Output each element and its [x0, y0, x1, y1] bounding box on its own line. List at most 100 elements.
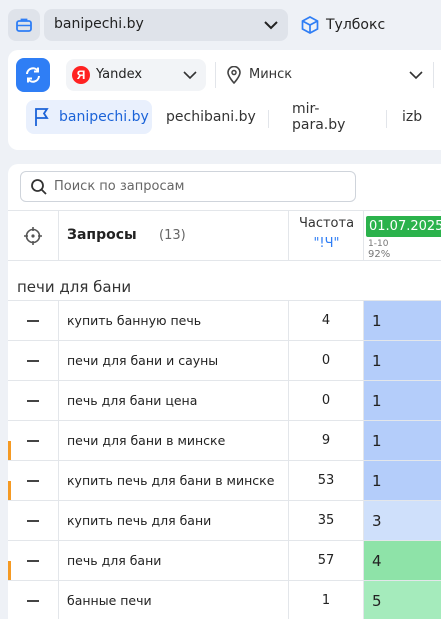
briefcase-icon — [16, 18, 32, 32]
dash-icon — [27, 359, 39, 362]
divider — [386, 110, 387, 128]
project-select[interactable]: banipechi.by — [44, 9, 288, 41]
region-value: Минск — [249, 67, 293, 82]
frequency-value: 0 — [289, 381, 364, 420]
site-tab-label: mir-para.by — [292, 101, 346, 133]
search-input[interactable]: Поиск по запросам — [20, 171, 356, 202]
position-cell[interactable]: 1 — [364, 461, 441, 500]
row-target-toggle[interactable] — [8, 541, 59, 580]
table-row[interactable]: печи для бани в минске 9 1 — [8, 421, 441, 461]
frequency-value: 4 — [289, 301, 364, 340]
dash-icon — [27, 439, 39, 442]
query-text: печь для бани — [59, 541, 289, 580]
dash-icon — [27, 559, 39, 562]
row-target-toggle[interactable] — [8, 461, 59, 500]
search-placeholder: Поиск по запросам — [54, 179, 185, 194]
frequency-value: 1 — [289, 581, 364, 619]
query-text: банные печи — [59, 581, 289, 619]
query-text: печь для бани цена — [59, 381, 289, 420]
crosshair-icon — [24, 227, 42, 245]
queries-count: (13) — [159, 228, 186, 243]
top-bar: banipechi.by Тулбокс — [0, 0, 441, 50]
frequency-column-header[interactable]: Частота "!Ч" — [289, 211, 364, 261]
site-tab-izb[interactable]: izb — [402, 100, 422, 134]
site-tab-banipechi[interactable]: banipechi.by — [26, 100, 152, 134]
frequency-value: 0 — [289, 341, 364, 380]
position-cell[interactable]: 1 — [364, 381, 441, 420]
queries-column-header[interactable]: Запросы (13) — [59, 211, 289, 261]
filter-panel: Я Yandex Минск banipechi.by pechibani.by… — [8, 50, 441, 150]
yandex-logo-icon: Я — [72, 66, 90, 84]
divider — [433, 62, 434, 88]
search-engine-select[interactable]: Я Yandex — [66, 59, 206, 91]
query-text: печи для бани и сауны — [59, 341, 289, 380]
position-cell[interactable]: 3 — [364, 501, 441, 540]
query-group-row[interactable]: печи для бани — [8, 261, 441, 301]
position-cell[interactable]: 5 — [364, 581, 441, 619]
table-row[interactable]: купить банную печь 4 1 — [8, 301, 441, 341]
query-text: печи для бани в минске — [59, 421, 289, 460]
frequency-value: 35 — [289, 501, 364, 540]
site-tab-mir-para[interactable]: mir-para.by — [292, 100, 345, 134]
dash-icon — [27, 399, 39, 402]
table-row[interactable]: банные печи 1 5 — [8, 581, 441, 619]
refresh-button[interactable] — [16, 58, 50, 92]
site-tab-label: izb — [402, 109, 423, 125]
position-cell[interactable]: 4 — [364, 541, 441, 580]
row-target-toggle[interactable] — [8, 501, 59, 540]
position-cell[interactable]: 1 — [364, 301, 441, 340]
dash-icon — [27, 599, 39, 602]
frequency-header-title: Частота — [298, 216, 355, 231]
dash-icon — [27, 319, 39, 322]
toolbox-label: Тулбокс — [326, 17, 386, 33]
table-row[interactable]: печь для бани 57 4 — [8, 541, 441, 581]
target-column-header[interactable] — [8, 211, 59, 261]
refresh-icon — [26, 67, 40, 83]
table-row[interactable]: купить печь для бани в минске 53 1 — [8, 461, 441, 501]
table-header: Запросы (13) Частота "!Ч" 01.07.2025 1-1… — [8, 210, 441, 261]
chevron-down-icon — [183, 71, 197, 80]
site-tab-pechibani[interactable]: pechibani.by — [166, 100, 256, 134]
query-rows: купить банную печь 4 1 печи для бани и саун… — [8, 301, 441, 619]
query-text: купить банную печь — [59, 301, 289, 340]
query-group-label: печи для бани — [17, 278, 132, 296]
position-cell[interactable]: 1 — [364, 341, 441, 380]
chevron-down-icon — [264, 21, 278, 30]
dash-icon — [27, 479, 39, 482]
row-target-toggle[interactable] — [8, 381, 59, 420]
frequency-type-link[interactable]: "!Ч" — [289, 236, 364, 251]
query-text: купить печь для бани в минске — [59, 461, 289, 500]
site-tab-label: pechibani.by — [166, 109, 256, 125]
row-target-toggle[interactable] — [8, 301, 59, 340]
search-icon — [31, 179, 47, 195]
project-select-value: banipechi.by — [54, 16, 144, 32]
frequency-value: 53 — [289, 461, 364, 500]
queries-header-title: Запросы — [67, 227, 137, 243]
region-select[interactable]: Минск — [224, 59, 434, 91]
table-row[interactable]: печи для бани и сауны 0 1 — [8, 341, 441, 381]
flag-icon — [35, 108, 49, 126]
frequency-value: 9 — [289, 421, 364, 460]
row-target-toggle[interactable] — [8, 341, 59, 380]
frequency-value: 57 — [289, 541, 364, 580]
query-text: купить печь для бани — [59, 501, 289, 540]
site-tab-label: banipechi.by — [59, 109, 149, 125]
chevron-down-icon — [409, 71, 423, 80]
position-cell[interactable]: 1 — [364, 421, 441, 460]
top-range-label: 1-10 — [368, 239, 389, 249]
projects-button[interactable] — [8, 9, 40, 41]
top-percent-label: 92% — [368, 249, 391, 260]
date-badge: 01.07.2025 — [366, 216, 441, 237]
toolbox-button[interactable]: Тулбокс — [300, 12, 385, 38]
table-row[interactable]: печь для бани цена 0 1 — [8, 381, 441, 421]
location-pin-icon — [227, 66, 241, 84]
table-row[interactable]: купить печь для бани 35 3 — [8, 501, 441, 541]
divider — [215, 62, 216, 88]
row-target-toggle[interactable] — [8, 581, 59, 619]
dash-icon — [27, 519, 39, 522]
cube-icon — [301, 16, 319, 34]
row-target-toggle[interactable] — [8, 421, 59, 460]
date-column-header[interactable]: 01.07.2025 1-10 92% — [364, 211, 441, 261]
queries-table-card: Поиск по запросам Запросы (13) Частота "… — [8, 164, 441, 619]
search-engine-value: Yandex — [96, 67, 143, 82]
